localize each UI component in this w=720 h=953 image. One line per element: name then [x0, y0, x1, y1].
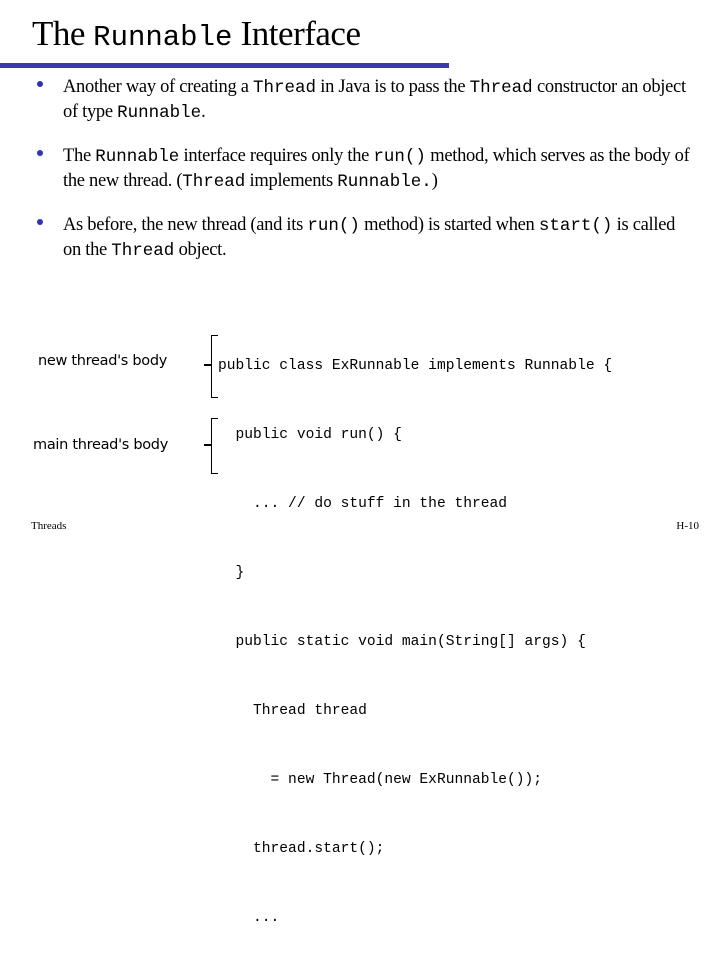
bullet-text-run: interface requires only the	[179, 146, 374, 166]
inline-code: Runnable.	[337, 172, 432, 192]
main-thread-body-label: main thread's body	[33, 437, 168, 453]
bullet-text-run: implements	[245, 171, 338, 191]
footer-page-number: H-10	[676, 520, 699, 532]
bullet-text: Another way of creating a Thread in Java…	[63, 75, 696, 125]
main-thread-bracket	[204, 418, 218, 474]
new-thread-body-label: new thread's body	[38, 353, 168, 369]
new-thread-bracket	[204, 335, 218, 398]
code-line: public void run() {	[218, 427, 402, 443]
code-line: ...	[218, 910, 280, 926]
code-line: = new Thread(new ExRunnable());	[218, 772, 543, 788]
inline-code: Runnable	[95, 147, 180, 167]
code-line: ... // do stuff in the thread	[218, 496, 508, 512]
inline-code: run()	[373, 147, 426, 167]
bullet-text-run: Another way of creating a	[63, 77, 253, 97]
bullet-dot-icon	[36, 144, 44, 168]
inline-code: start()	[538, 216, 613, 236]
code-line: }	[218, 565, 245, 581]
bullet-text: As before, the new thread (and its run()…	[63, 213, 696, 263]
code-line: Thread thread	[218, 703, 367, 719]
title-prefix: The	[32, 14, 94, 53]
bullet-text-run: )	[431, 171, 438, 191]
bullet-text-run: in Java is to pass the	[315, 77, 470, 97]
bullet-text-run: .	[201, 102, 206, 122]
bullet-dot-icon	[36, 213, 44, 237]
title-underline	[0, 63, 449, 68]
inline-code: Thread	[252, 78, 316, 98]
code-line: thread.start();	[218, 841, 385, 857]
code-line: public static void main(String[] args) {	[218, 634, 586, 650]
bullet-dot-icon	[36, 75, 44, 99]
inline-code: Thread	[111, 241, 175, 261]
title-code: Runnable	[93, 21, 233, 54]
inline-code: run()	[307, 216, 360, 236]
slide-title: The Runnable Interface	[32, 14, 361, 58]
bullet-text-run: As before, the new thread (and its	[63, 215, 308, 235]
inline-code: Thread	[469, 78, 533, 98]
bullet-item: Another way of creating a Thread in Java…	[36, 75, 696, 125]
footer-section-label: Threads	[31, 520, 67, 532]
bullet-text-run: The	[63, 146, 96, 166]
bracket-tick	[204, 444, 211, 446]
bullet-text-run: object.	[174, 240, 227, 260]
bullet-item: As before, the new thread (and its run()…	[36, 213, 696, 263]
title-suffix: Interface	[232, 14, 361, 53]
code-line: public class ExRunnable implements Runna…	[218, 358, 613, 374]
bullet-text-run: method) is started when	[359, 215, 539, 235]
bullet-item: The Runnable interface requires only the…	[36, 144, 696, 194]
inline-code: Runnable	[117, 103, 202, 123]
code-block: public class ExRunnable implements Runna…	[218, 309, 612, 953]
bullet-text: The Runnable interface requires only the…	[63, 144, 696, 194]
inline-code: Thread	[182, 172, 246, 192]
bracket-tick	[204, 364, 211, 366]
